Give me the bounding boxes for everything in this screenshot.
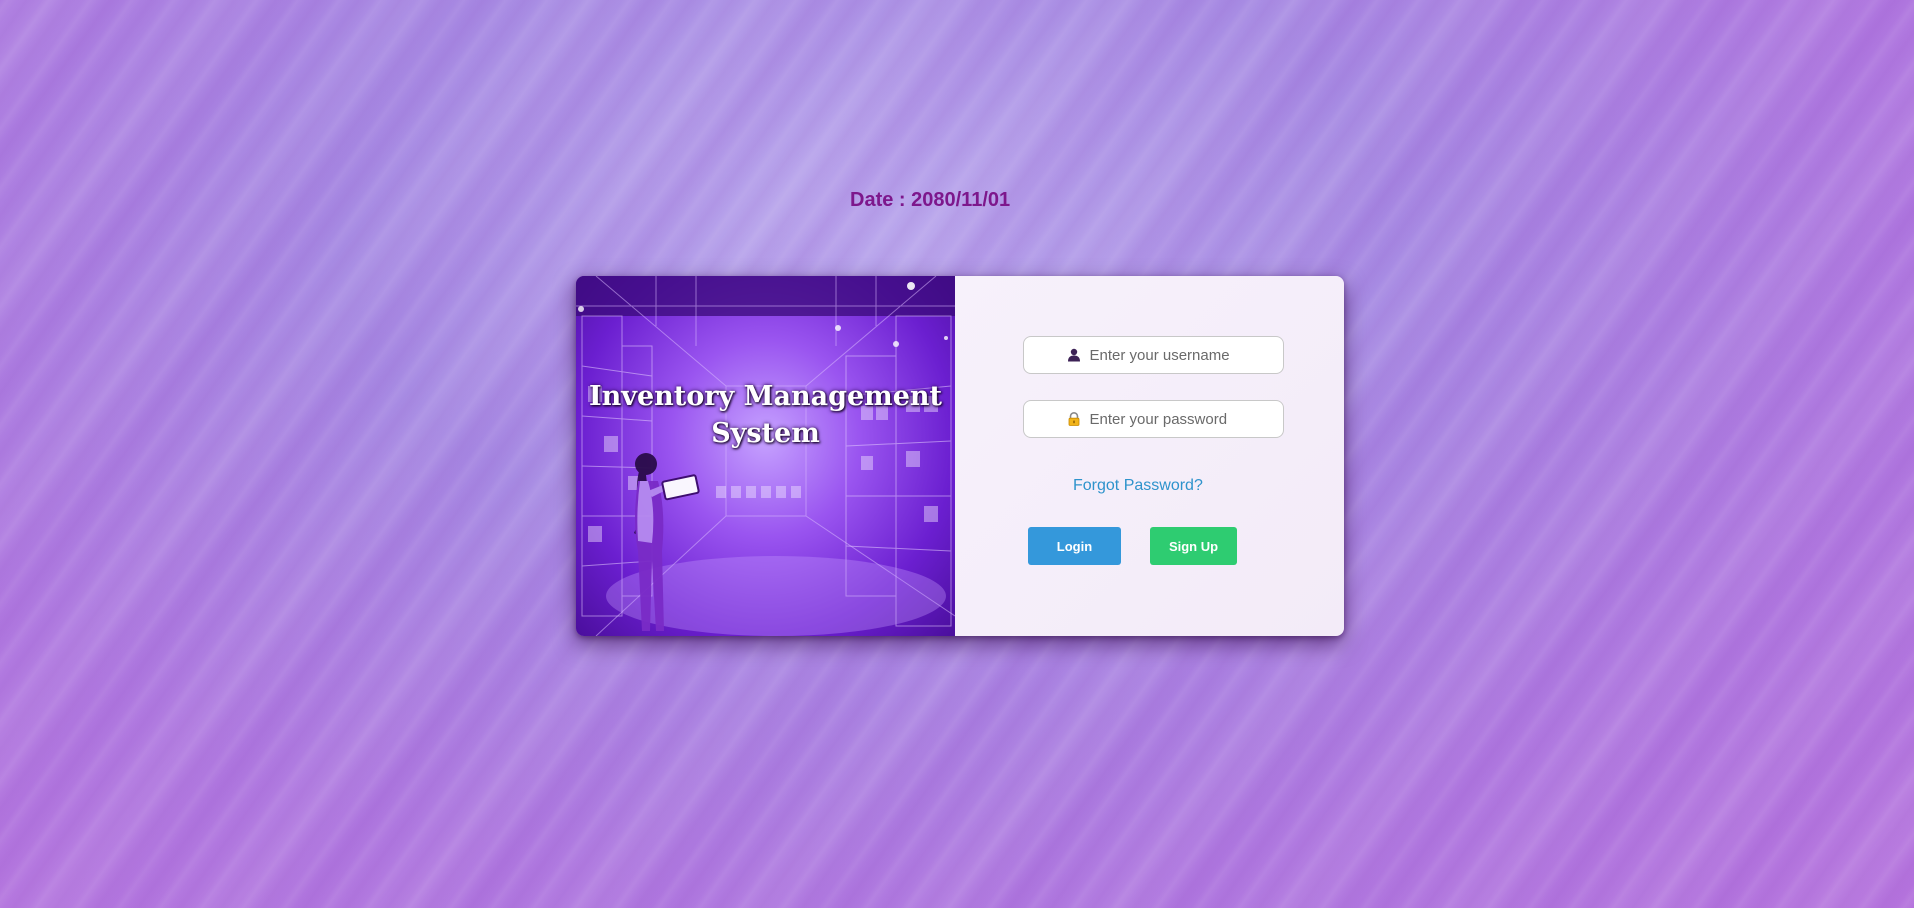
hero-title: Inventory Management System <box>589 381 942 449</box>
login-card: Inventory Management System Forgot <box>576 276 1344 636</box>
warehouse-illustration <box>576 276 955 636</box>
date-display: Date : 2080/11/01 <box>850 189 1011 211</box>
password-field[interactable] <box>1023 400 1284 438</box>
username-input[interactable] <box>1087 345 1242 365</box>
user-icon <box>1066 347 1082 363</box>
username-field[interactable] <box>1023 336 1284 374</box>
hero-panel: Inventory Management System <box>576 276 955 636</box>
forgot-password-link[interactable]: Forgot Password? <box>1073 477 1203 495</box>
password-input[interactable] <box>1087 409 1242 429</box>
login-button[interactable]: Login <box>1028 527 1121 565</box>
login-form: Forgot Password? Login Sign Up <box>955 276 1344 636</box>
signup-button[interactable]: Sign Up <box>1150 527 1237 565</box>
lock-icon <box>1066 411 1082 427</box>
